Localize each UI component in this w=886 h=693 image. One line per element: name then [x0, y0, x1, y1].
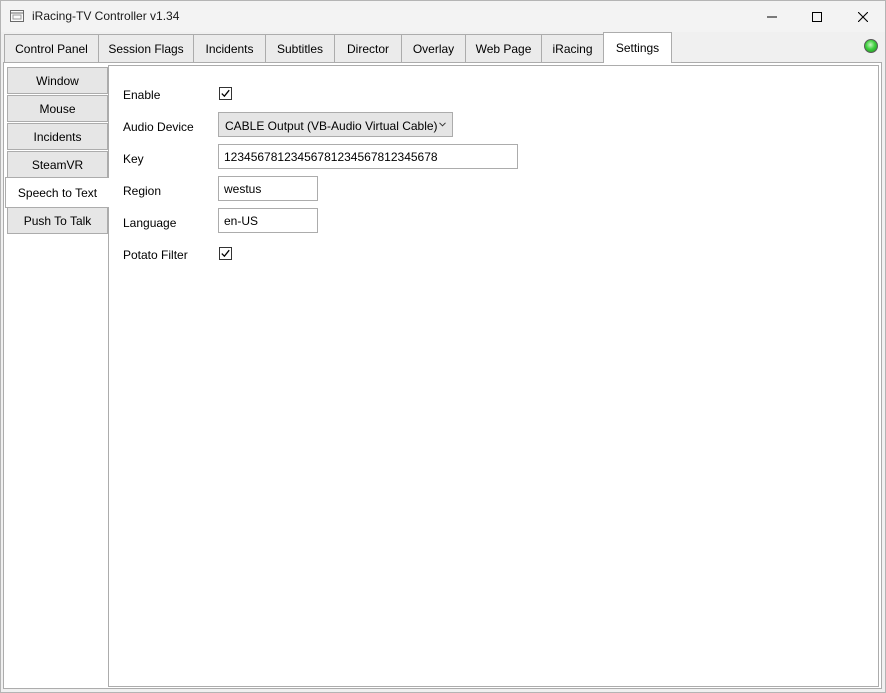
region-label: Region	[123, 184, 162, 198]
potato-filter-checkbox[interactable]	[219, 247, 232, 260]
audio-device-value: CABLE Output (VB-Audio Virtual Cable)	[225, 119, 438, 133]
tab-incidents[interactable]: Incidents	[193, 34, 266, 62]
settings-tab-mouse[interactable]: Mouse	[7, 95, 108, 122]
app-window-icon	[10, 10, 24, 22]
settings-tab-incidents[interactable]: Incidents	[7, 123, 108, 150]
settings-tab-steamvr[interactable]: SteamVR	[7, 151, 108, 178]
language-label: Language	[123, 216, 177, 230]
checkmark-icon	[221, 89, 230, 98]
maximize-button[interactable]	[794, 1, 840, 32]
tab-control-panel[interactable]: Control Panel	[4, 34, 99, 62]
settings-tab-content: Window Mouse Incidents SteamVR Speech to…	[3, 62, 882, 689]
maximize-icon	[812, 11, 822, 22]
checkmark-icon	[221, 249, 230, 258]
region-input[interactable]	[218, 176, 318, 201]
audio-device-label: Audio Device	[123, 120, 194, 134]
potato-filter-label: Potato Filter	[123, 248, 188, 262]
tab-overlay[interactable]: Overlay	[401, 34, 466, 62]
minimize-button[interactable]	[749, 1, 795, 32]
tab-iracing[interactable]: iRacing	[541, 34, 604, 62]
settings-tab-push-to-talk[interactable]: Push To Talk	[7, 207, 108, 234]
tab-settings[interactable]: Settings	[603, 32, 672, 63]
main-tab-strip: Control Panel Session Flags Incidents Su…	[1, 32, 885, 63]
tab-director[interactable]: Director	[334, 34, 402, 62]
title-bar[interactable]: iRacing-TV Controller v1.34	[1, 1, 885, 32]
connection-status-indicator	[864, 39, 878, 53]
speech-to-text-panel: Enable Audio Device CABLE Output (VB-Aud…	[108, 65, 879, 687]
enable-checkbox[interactable]	[219, 87, 232, 100]
close-icon	[858, 11, 868, 22]
tab-session-flags[interactable]: Session Flags	[98, 34, 194, 62]
tab-web-page[interactable]: Web Page	[465, 34, 542, 62]
minimize-icon	[767, 16, 777, 17]
chevron-down-icon	[439, 122, 446, 127]
close-button[interactable]	[840, 1, 885, 32]
enable-label: Enable	[123, 88, 161, 102]
key-label: Key	[123, 152, 144, 166]
tab-subtitles[interactable]: Subtitles	[265, 34, 335, 62]
language-input[interactable]	[218, 208, 318, 233]
app-window: iRacing-TV Controller v1.34 Control Pane…	[0, 0, 886, 693]
key-input[interactable]	[218, 144, 518, 169]
audio-device-dropdown[interactable]: CABLE Output (VB-Audio Virtual Cable)	[218, 112, 453, 137]
settings-tab-speech-to-text[interactable]: Speech to Text	[5, 177, 109, 208]
window-title: iRacing-TV Controller v1.34	[32, 9, 180, 23]
settings-tab-window[interactable]: Window	[7, 67, 108, 94]
